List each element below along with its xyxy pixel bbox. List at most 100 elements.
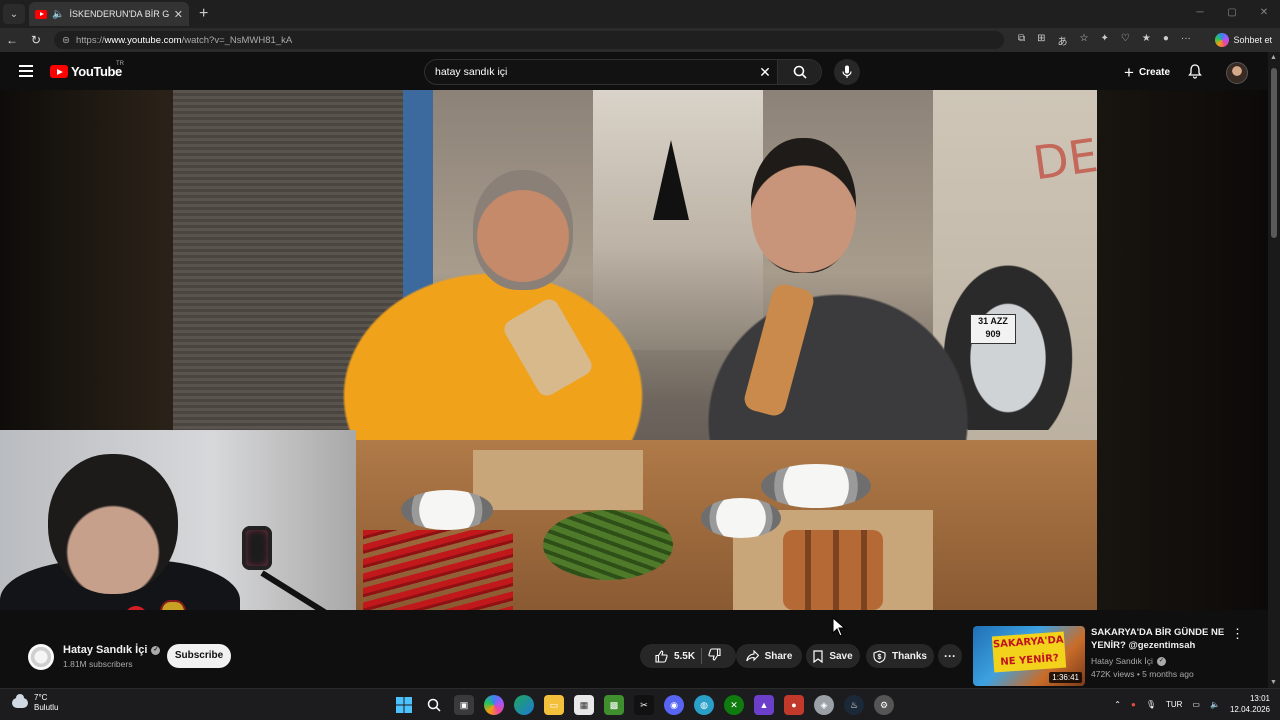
thanks-icon: $ (873, 649, 886, 663)
refresh-icon[interactable]: ↻ (24, 33, 48, 47)
suggested-video-thumbnail[interactable]: SAKARYA'DA NE YENİR? 1:36:41 (973, 626, 1085, 686)
time: 13:01 (1249, 694, 1270, 703)
more-actions-icon[interactable]: ··· (938, 644, 962, 668)
close-window-icon[interactable]: ✕ (1248, 0, 1280, 28)
tab-close-icon[interactable]: ✕ (174, 8, 183, 21)
copilot-taskbar-icon[interactable] (484, 695, 504, 715)
shield-app-icon[interactable]: ◈ (814, 695, 834, 715)
tab-actions-chevron-icon[interactable]: ⌄ (3, 4, 25, 24)
divider (701, 648, 703, 664)
favorites-icon[interactable]: ★ (1142, 33, 1151, 48)
apps-icon[interactable]: ⊞ (1037, 33, 1045, 48)
create-button[interactable]: + Create (1116, 59, 1178, 85)
weather-condition: Bulutlu (34, 703, 59, 712)
weather-widget[interactable]: 7°C Bulutlu (12, 693, 58, 713)
search-button[interactable] (777, 60, 821, 84)
clock[interactable]: 13:01 12.04.2026 (1230, 693, 1270, 715)
subscribe-button[interactable]: Subscribe (167, 644, 231, 668)
network-icon[interactable]: ▭ (1192, 700, 1200, 709)
recording-app-icon[interactable]: ● (784, 695, 804, 715)
account-avatar[interactable] (1226, 62, 1248, 84)
notifications-button[interactable] (1188, 64, 1202, 84)
extensions-puzzle-icon[interactable]: ✦ (1101, 33, 1109, 48)
copilot-label: Sohbet et (1233, 35, 1272, 45)
search-taskbar-icon[interactable] (424, 695, 444, 715)
temperature: 7°C (34, 693, 48, 702)
discord-icon[interactable]: ◉ (664, 695, 684, 715)
share-button[interactable]: Share (736, 644, 802, 668)
steam-icon[interactable]: ♨ (844, 695, 864, 715)
channel-name[interactable]: Hatay Sandık İçi ✓ (63, 644, 161, 656)
minimize-icon[interactable]: ─ (1184, 0, 1216, 28)
scroll-down-arrow-icon[interactable]: ▼ (1270, 679, 1277, 686)
save-button[interactable]: Save (806, 644, 860, 668)
minecraft-icon[interactable]: ▩ (604, 695, 624, 715)
antivirus-tray-icon[interactable]: ● (1131, 700, 1136, 709)
thanks-button[interactable]: $ Thanks (866, 644, 934, 668)
microphone-tray-icon[interactable]: 🎙 (1146, 700, 1156, 709)
back-icon[interactable]: ← (0, 33, 24, 47)
youtube-logo[interactable]: YouTube TR (50, 61, 124, 79)
scroll-thumb[interactable] (1271, 68, 1277, 238)
volume-icon[interactable]: 🔈 (1210, 700, 1220, 709)
language-indicator[interactable]: TUR (1166, 700, 1182, 709)
task-view-icon[interactable]: ▣ (454, 695, 474, 715)
microphone-icon (842, 65, 852, 78)
red-peppers (363, 530, 513, 610)
subscriber-count: 1.81M subscribers (63, 659, 133, 669)
cloud-icon (12, 694, 28, 708)
scroll-up-arrow-icon[interactable]: ▲ (1270, 54, 1277, 61)
paper-sheet (473, 450, 643, 510)
salad-plate (761, 464, 871, 508)
more-options-icon[interactable]: ··· (1181, 33, 1191, 48)
like-button[interactable]: 5.5K (655, 649, 695, 663)
edge-browser-icon[interactable] (514, 695, 534, 715)
share-icon (745, 650, 759, 662)
settings-app-icon[interactable]: ⚙ (874, 695, 894, 715)
profile-icon[interactable]: ● (1163, 33, 1169, 48)
voice-search-button[interactable] (834, 59, 860, 85)
translate-icon[interactable]: あ (1058, 33, 1068, 48)
kebab-menu-icon[interactable]: ⋮ (1231, 626, 1244, 642)
tray-overflow-icon[interactable]: ⌃ (1114, 700, 1121, 709)
plus-icon: + (1124, 62, 1134, 82)
windows-start-icon[interactable] (394, 695, 414, 715)
page-scrollbar[interactable]: ▲ ▼ (1268, 52, 1280, 688)
maximize-icon[interactable]: ▢ (1216, 0, 1248, 28)
favorite-star-icon[interactable]: ☆ (1080, 33, 1089, 48)
logo-text: YouTube (71, 64, 122, 79)
xbox-icon[interactable]: ✕ (724, 695, 744, 715)
thanks-label: Thanks (891, 650, 927, 662)
audio-playing-icon[interactable]: 🔈 (52, 9, 64, 20)
url-field[interactable]: ⊜ https://www.youtube.com/watch?v=_NsMWH… (54, 31, 1004, 49)
channel-avatar[interactable] (28, 644, 54, 670)
thumbs-up-icon (655, 649, 668, 663)
umbrella (653, 140, 689, 220)
browser-essentials-icon[interactable]: ♡ (1121, 33, 1130, 48)
tab-title: İSKENDERUN'DA BİR GÜNDE (69, 9, 169, 19)
suggested-channel-name[interactable]: Hatay Sandık İçi ✓ (1091, 656, 1166, 666)
globe-app-icon[interactable]: ◍ (694, 695, 714, 715)
thumbs-down-icon (708, 648, 721, 661)
share-label: Share (764, 650, 793, 662)
dislike-button[interactable] (708, 648, 721, 664)
store-icon[interactable]: ▦ (574, 695, 594, 715)
save-label: Save (829, 650, 853, 662)
menu-icon[interactable] (19, 65, 33, 77)
copilot-button[interactable]: Sohbet et (1215, 32, 1272, 48)
clear-search-icon[interactable]: ✕ (753, 64, 777, 81)
person-1-head (473, 170, 573, 290)
yogurt-bowl (701, 498, 781, 538)
extension-icon[interactable]: ⧉ (1018, 33, 1025, 48)
games-app-icon[interactable]: ▲ (754, 695, 774, 715)
file-explorer-icon[interactable]: ▭ (544, 695, 564, 715)
person-2-head (751, 138, 856, 273)
suggested-video-title[interactable]: SAKARYA'DA BİR GÜNDE NE YENİR? @gezentim… (1091, 626, 1231, 652)
window-controls: ─ ▢ ✕ (1184, 0, 1280, 28)
capcut-icon[interactable]: ✂ (634, 695, 654, 715)
search-input[interactable]: hatay sandık içi (425, 66, 753, 78)
site-info-icon[interactable]: ⊜ (62, 35, 70, 46)
svg-text:$: $ (878, 654, 882, 661)
browser-tab[interactable]: 🔈 İSKENDERUN'DA BİR GÜNDE ✕ (29, 2, 189, 26)
new-tab-icon[interactable]: + (199, 5, 208, 23)
